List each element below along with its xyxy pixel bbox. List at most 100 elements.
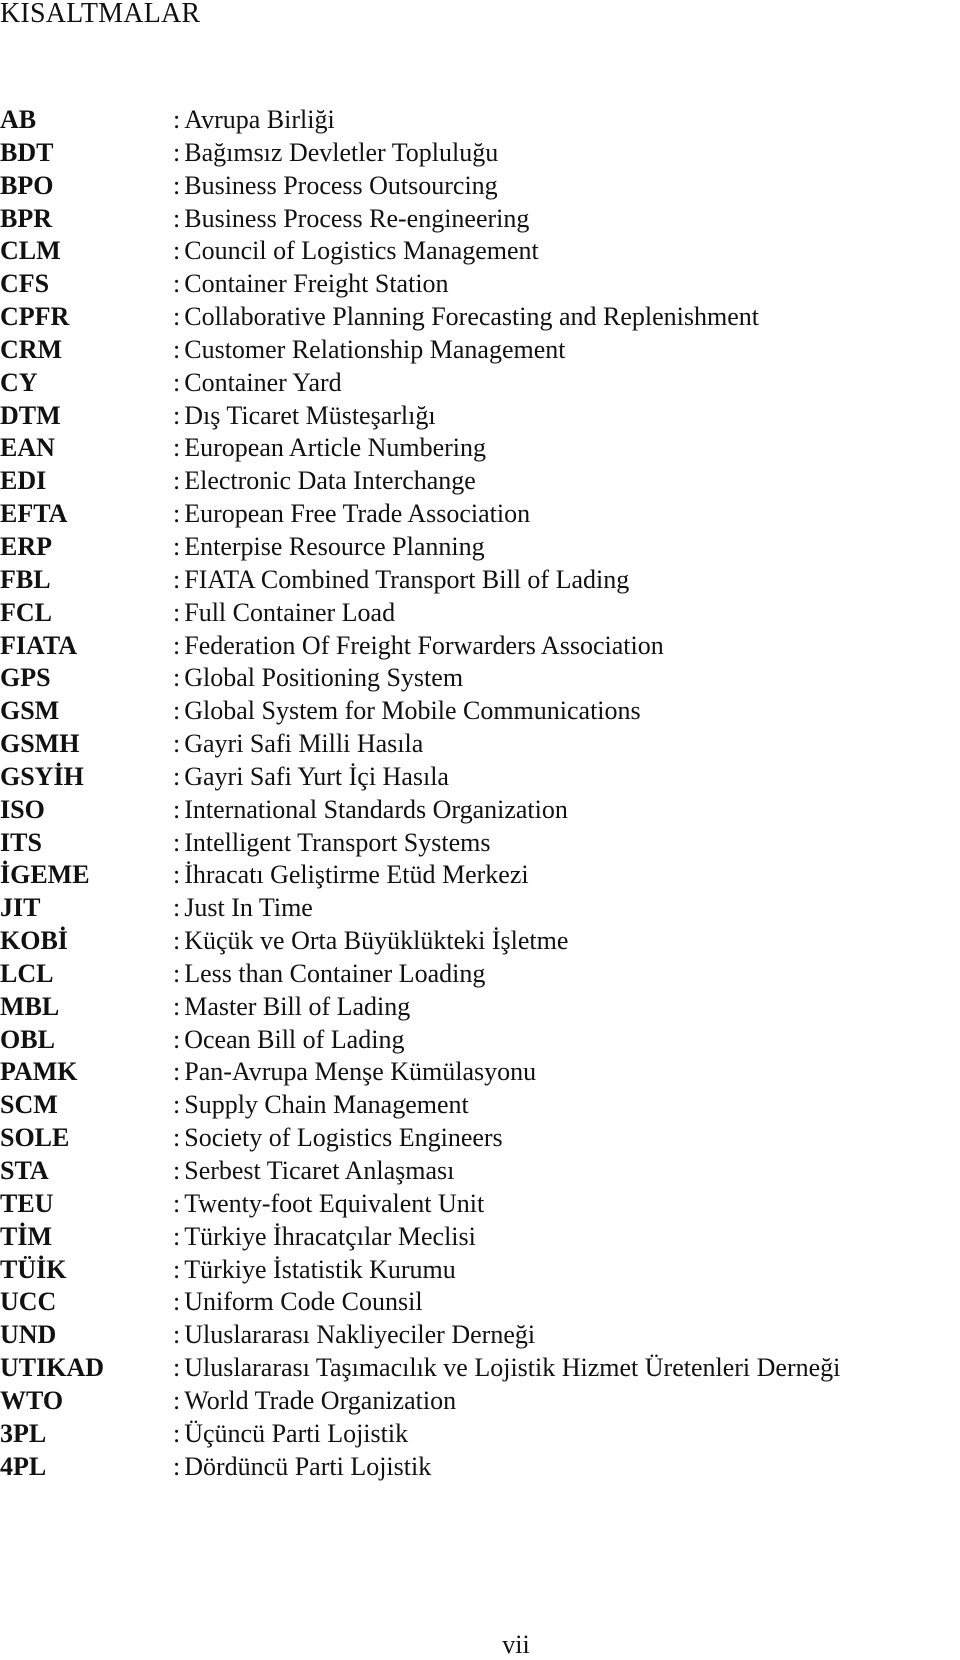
abbreviation-description: Federation Of Freight Forwarders Associa… bbox=[184, 630, 664, 660]
abbreviation-row: UTIKAD: Uluslararası Taşımacılık ve Lojis… bbox=[0, 1352, 960, 1385]
abbreviation-description: Customer Relationship Management bbox=[184, 334, 566, 364]
abbreviation-description: Uniform Code Counsil bbox=[184, 1287, 423, 1317]
abbreviation-description: Serbest Ticaret Anlaşması bbox=[184, 1156, 455, 1185]
abbreviation-row: İGEME: İhracatı Geliştirme Etüd Merkezi bbox=[0, 859, 960, 892]
abbreviation-row: LCL: Less than Container Loading bbox=[0, 958, 960, 991]
abbreviation-code: BPO bbox=[0, 170, 54, 200]
abbreviation-description: Intelligent Transport Systems bbox=[184, 827, 491, 857]
abbreviation-separator: : bbox=[173, 1090, 181, 1120]
abbreviation-description: Türkiye İstatistik Kurumu bbox=[184, 1254, 456, 1284]
abbreviation-row: GPS: Global Positioning System bbox=[0, 662, 960, 695]
abbreviation-row: BPR: Business Process Re-engineering bbox=[0, 203, 960, 236]
abbreviation-description: Container Freight Station bbox=[184, 269, 449, 299]
abbreviation-code: İGEME bbox=[0, 860, 90, 890]
abbreviation-row: EDI: Electronic Data Interchange bbox=[0, 465, 960, 498]
abbreviation-row: EAN: European Article Numbering bbox=[0, 432, 960, 465]
abbreviation-row: PAMK: Pan-Avrupa Menşe Kümülasyonu bbox=[0, 1056, 960, 1089]
abbreviation-code: GPS bbox=[0, 663, 51, 693]
abbreviation-description: Gayri Safi Yurt İçi Hasıla bbox=[184, 761, 449, 791]
abbreviation-separator: : bbox=[173, 1451, 181, 1481]
abbreviation-code: CRM bbox=[0, 334, 63, 364]
abbreviation-separator: : bbox=[173, 302, 181, 332]
abbreviation-description: Council of Logistics Management bbox=[184, 236, 539, 266]
abbreviation-row: ISO: International Standards Organization bbox=[0, 794, 960, 827]
abbreviation-description: Uluslararası Nakliyeciler Derneği bbox=[184, 1320, 536, 1350]
abbreviation-code: UND bbox=[0, 1320, 57, 1350]
abbreviation-row: MBL: Master Bill of Lading bbox=[0, 991, 960, 1024]
abbreviation-separator: : bbox=[173, 236, 181, 266]
abbreviation-row: STA: Serbest Ticaret Anlaşması bbox=[0, 1155, 960, 1188]
abbreviation-description: Küçük ve Orta Büyüklükteki İşletme bbox=[184, 926, 569, 956]
abbreviation-description: International Standards Organization bbox=[184, 794, 568, 824]
abbreviation-description: Gayri Safi Milli Hasıla bbox=[184, 729, 424, 759]
abbreviation-separator: : bbox=[173, 1156, 181, 1185]
abbreviation-code: STA bbox=[0, 1156, 49, 1185]
abbreviation-separator: : bbox=[173, 893, 181, 923]
abbreviation-description: Uluslararası Taşımacılık ve Lojistik Hiz… bbox=[184, 1353, 841, 1383]
abbreviation-row: TİM: Türkiye İhracatçılar Meclisi bbox=[0, 1221, 960, 1254]
abbreviation-separator: : bbox=[173, 531, 181, 561]
abbreviation-code: GSM bbox=[0, 696, 60, 726]
abbreviation-code: OBL bbox=[0, 1024, 55, 1054]
abbreviation-separator: : bbox=[173, 1057, 181, 1087]
abbreviation-row: GSYİH: Gayri Safi Yurt İçi Hasıla bbox=[0, 761, 960, 794]
abbreviation-separator: : bbox=[173, 630, 181, 660]
abbreviation-code: BPR bbox=[0, 203, 52, 233]
abbreviation-description: FIATA Combined Transport Bill of Lading bbox=[184, 564, 630, 594]
abbreviation-row: ITS: Intelligent Transport Systems bbox=[0, 827, 960, 860]
abbreviation-description: Society of Logistics Engineers bbox=[184, 1123, 503, 1153]
abbreviation-description: İhracatı Geliştirme Etüd Merkezi bbox=[184, 860, 529, 890]
abbreviation-separator: : bbox=[173, 761, 181, 791]
abbreviation-separator: : bbox=[173, 499, 181, 529]
abbreviation-description: Twenty-foot Equivalent Unit bbox=[184, 1188, 485, 1218]
page-number: vii bbox=[502, 1630, 530, 1659]
abbreviation-description: Electronic Data Interchange bbox=[184, 466, 476, 496]
abbreviation-description: Business Process Outsourcing bbox=[184, 170, 498, 200]
abbreviation-separator: : bbox=[173, 696, 181, 726]
abbreviation-description: Master Bill of Lading bbox=[184, 991, 411, 1021]
abbreviation-row: GSM: Global System for Mobile Communicati… bbox=[0, 695, 960, 728]
abbreviation-separator: : bbox=[173, 1024, 181, 1054]
abbreviation-description: Full Container Load bbox=[184, 597, 396, 627]
abbreviation-separator: : bbox=[173, 991, 181, 1021]
abbreviation-description: Container Yard bbox=[184, 367, 342, 397]
abbreviation-separator: : bbox=[173, 827, 181, 857]
abbreviation-row: CLM: Council of Logistics Management bbox=[0, 235, 960, 268]
abbreviation-separator: : bbox=[173, 926, 181, 956]
abbreviation-code: JIT bbox=[0, 893, 41, 923]
abbreviation-code: CY bbox=[0, 367, 38, 397]
abbreviation-description: Pan-Avrupa Menşe Kümülasyonu bbox=[184, 1057, 537, 1087]
abbreviation-code: TÜİK bbox=[0, 1254, 67, 1284]
abbreviation-code: BDT bbox=[0, 137, 54, 167]
abbreviation-description: Türkiye İhracatçılar Meclisi bbox=[184, 1221, 476, 1251]
abbreviation-code: UCC bbox=[0, 1287, 57, 1317]
abbreviation-description: Üçüncü Parti Lojistik bbox=[184, 1418, 409, 1448]
abbreviation-separator: : bbox=[173, 1353, 181, 1383]
abbreviation-code: EDI bbox=[0, 466, 47, 496]
abbreviation-separator: : bbox=[173, 105, 181, 134]
abbreviation-description: Global Positioning System bbox=[184, 663, 464, 693]
abbreviation-code: ITS bbox=[0, 827, 42, 857]
abbreviation-separator: : bbox=[173, 466, 181, 496]
abbreviation-description: Just In Time bbox=[184, 893, 313, 923]
abbreviation-code: ISO bbox=[0, 794, 45, 824]
abbreviation-description: European Free Trade Association bbox=[184, 499, 531, 529]
abbreviation-code: CLM bbox=[0, 236, 61, 266]
abbreviation-separator: : bbox=[173, 1320, 181, 1350]
abbreviation-row: SCM: Supply Chain Management bbox=[0, 1089, 960, 1122]
abbreviation-row: CFS: Container Freight Station bbox=[0, 268, 960, 301]
abbreviation-description: Enterpise Resource Planning bbox=[184, 531, 485, 561]
abbreviation-code: GSYİH bbox=[0, 761, 84, 791]
abbreviation-row: FBL: FIATA Combined Transport Bill of Lad… bbox=[0, 564, 960, 597]
abbreviation-code: ERP bbox=[0, 531, 52, 561]
abbreviation-code: FBL bbox=[0, 564, 51, 594]
abbreviation-code: EFTA bbox=[0, 499, 68, 529]
abbreviation-row: BDT: Bağımsız Devletler Topluluğu bbox=[0, 137, 960, 170]
abbreviation-separator: : bbox=[173, 1254, 181, 1284]
abbreviation-row: UND: Uluslararası Nakliyeciler Derneği bbox=[0, 1319, 960, 1352]
abbreviation-code: EAN bbox=[0, 433, 55, 463]
abbreviation-code: 3PL bbox=[0, 1418, 47, 1448]
abbreviation-separator: : bbox=[173, 958, 181, 988]
abbreviation-row: WTO: World Trade Organization bbox=[0, 1385, 960, 1418]
abbreviation-description: Supply Chain Management bbox=[184, 1090, 469, 1120]
